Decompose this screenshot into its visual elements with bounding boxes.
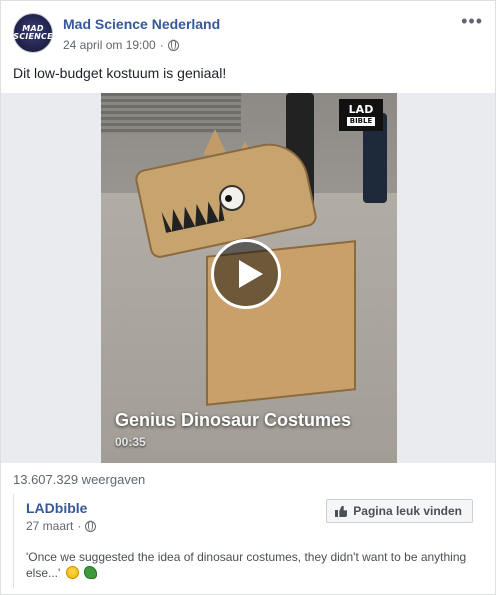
- like-page-button[interactable]: Pagina leuk vinden: [326, 499, 473, 523]
- play-button-icon[interactable]: [211, 239, 281, 309]
- video-player[interactable]: LAD BIBLE Genius Dinosaur Costumes 00:35: [101, 93, 397, 463]
- avatar-line-2: SCIENCE: [13, 32, 53, 41]
- shared-source-attachment: LADbible 27 maart · Pagina leuk vinden '…: [13, 494, 483, 588]
- logo-text-top: LAD: [348, 103, 374, 116]
- view-count: 13.607.329 weergaven: [13, 472, 146, 487]
- thumbs-up-icon: [335, 505, 347, 517]
- page-avatar[interactable]: MAD SCIENCE: [13, 13, 53, 53]
- ladbible-logo: LAD BIBLE: [339, 99, 383, 131]
- page-name-link[interactable]: Mad Science Nederland: [63, 16, 220, 32]
- feed-post: MAD SCIENCE Mad Science Nederland 24 apr…: [0, 0, 496, 595]
- laughing-emoji-icon: [65, 566, 79, 579]
- globe-icon[interactable]: [85, 520, 97, 532]
- post-caption: Dit low-budget kostuum is geniaal!: [13, 65, 227, 81]
- dinosaur-emoji-icon: [84, 566, 97, 579]
- video-duration: 00:35: [115, 435, 146, 449]
- video-still-shutter: [101, 93, 241, 133]
- avatar-logo-text: MAD SCIENCE: [13, 25, 53, 41]
- post-header: MAD SCIENCE Mad Science Nederland 24 apr…: [13, 12, 483, 55]
- source-page-name-link[interactable]: LADbible: [26, 500, 87, 516]
- globe-icon[interactable]: [167, 39, 179, 51]
- post-timestamp[interactable]: 24 april om 19:00: [63, 38, 156, 52]
- separator-dot: ·: [159, 38, 164, 52]
- video-title: Genius Dinosaur Costumes: [115, 410, 352, 430]
- video-container: LAD BIBLE Genius Dinosaur Costumes 00:35: [1, 93, 495, 463]
- like-page-label: Pagina leuk vinden: [353, 504, 462, 518]
- separator-dot: ·: [77, 519, 82, 533]
- logo-text-bottom: BIBLE: [346, 117, 376, 126]
- dino-spike: [203, 129, 227, 155]
- more-options-icon[interactable]: •••: [461, 12, 483, 30]
- dino-eye: [219, 185, 245, 211]
- post-meta: 24 april om 19:00 ·: [63, 38, 179, 52]
- source-meta: 27 maart ·: [26, 519, 97, 533]
- source-post-text: 'Once we suggested the idea of dinosaur …: [26, 549, 476, 581]
- source-date[interactable]: 27 maart: [26, 519, 73, 533]
